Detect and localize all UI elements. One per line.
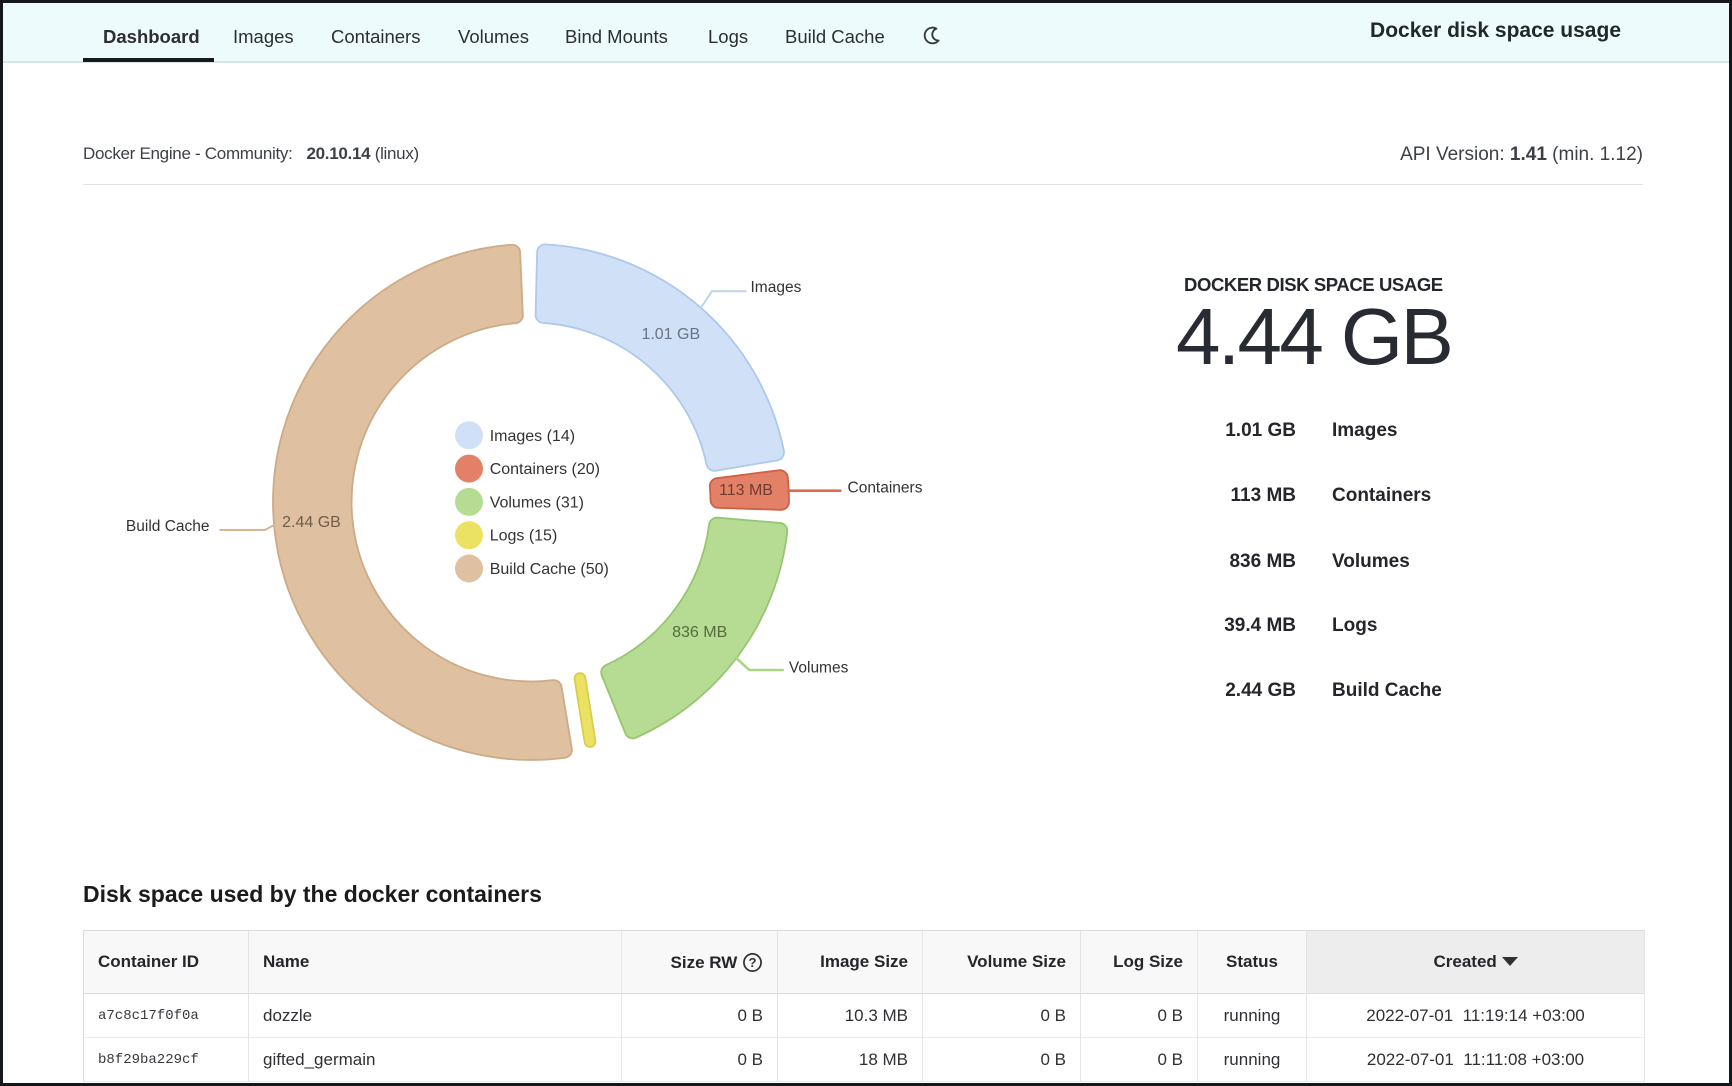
svg-text:Containers: Containers xyxy=(848,480,923,497)
svg-text:Build Cache (50): Build Cache (50) xyxy=(490,561,609,578)
svg-text:Build Cache: Build Cache xyxy=(126,518,210,535)
svg-text:Logs (15): Logs (15) xyxy=(490,528,558,545)
svg-text:2.44 GB: 2.44 GB xyxy=(282,514,341,531)
svg-text:?: ? xyxy=(748,955,756,970)
svg-text:113 MB: 113 MB xyxy=(719,482,773,499)
svg-text:Images: Images xyxy=(751,279,802,296)
svg-text:Volumes: Volumes xyxy=(789,660,849,677)
svg-text:Containers (20): Containers (20) xyxy=(490,461,600,478)
svg-text:836 MB: 836 MB xyxy=(672,624,727,641)
svg-text:Images (14): Images (14) xyxy=(490,428,575,445)
svg-text:1.01 GB: 1.01 GB xyxy=(641,326,700,343)
svg-text:Volumes (31): Volumes (31) xyxy=(490,494,584,511)
